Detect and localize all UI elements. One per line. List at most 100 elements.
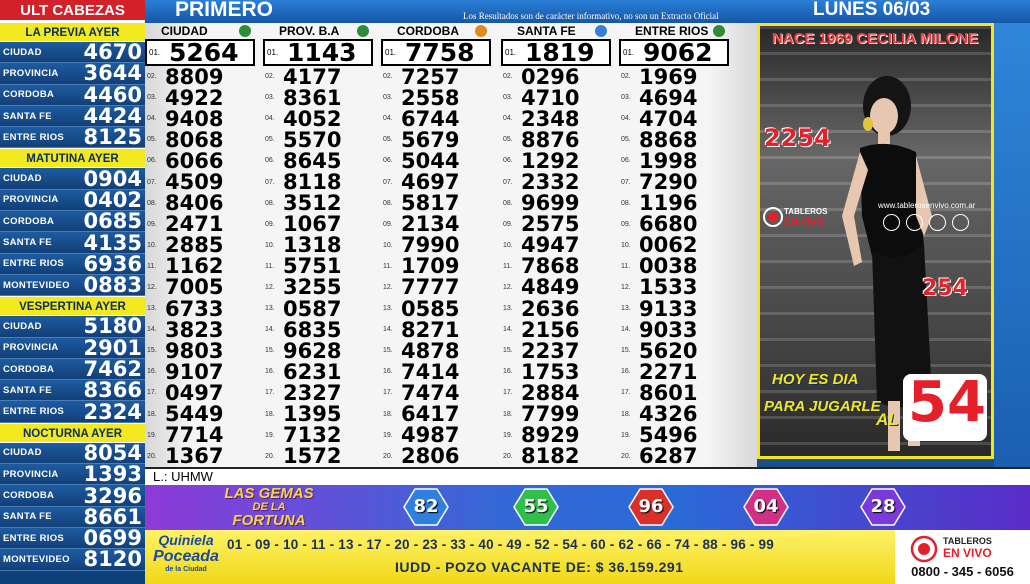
result-number: 5620: [639, 338, 698, 363]
result-number-row: 09. 2134: [381, 214, 497, 235]
result-number: 7714: [165, 423, 224, 448]
result-number: 8876: [521, 127, 580, 152]
result-number-row: 14. 6835: [263, 319, 379, 340]
position-label: 14.: [147, 326, 157, 334]
result-number: 2636: [521, 296, 580, 321]
position-label: 12.: [147, 283, 157, 291]
position-label: 02.: [265, 73, 275, 81]
youtube-icon[interactable]: [952, 214, 969, 231]
position-label: 02.: [621, 73, 631, 81]
column-name: SANTA FE: [517, 24, 576, 38]
sidebar-result-row: CIUDAD 5180: [0, 314, 145, 338]
position-label: 14.: [383, 326, 393, 334]
result-number: 2348: [521, 106, 580, 131]
result-number: 9628: [283, 338, 342, 363]
result-number: 1196: [639, 191, 698, 216]
position-label: 16.: [265, 368, 275, 376]
twitter-icon[interactable]: [906, 214, 923, 231]
position-label: 13.: [621, 305, 631, 313]
result-number-row: 15. 4878: [381, 340, 497, 361]
sidebar-row-label: MONTEVIDEO: [3, 279, 70, 291]
result-number: 5496: [639, 423, 698, 448]
sidebar-row-value: 8125: [83, 125, 142, 150]
results-column: PROV. B.A 01. 1143 02. 4177 03. 8361 04. 4052 05.…: [263, 23, 379, 467]
sidebar-row-label: PROVINCIA: [3, 468, 59, 480]
result-number-row: 10. 4947: [501, 235, 617, 256]
result-number: 2237: [521, 338, 580, 363]
result-number: 7290: [639, 170, 698, 195]
result-number: 7868: [521, 254, 580, 279]
position-label: 15.: [621, 347, 631, 355]
instagram-icon[interactable]: [929, 214, 946, 231]
result-number-row: 05. 8068: [145, 129, 261, 150]
draw-title: PRIMERO: [175, 0, 274, 21]
result-number-row: 18. 4326: [619, 404, 735, 425]
sidebar-row-label: ENTRE RIOS: [3, 532, 65, 544]
sidebar-row-label: ENTRE RIOS: [3, 406, 65, 418]
top-bar: PRIMERO Los Resultados son de carácter i…: [145, 0, 1030, 23]
column-header: ENTRE RIOS: [619, 23, 735, 39]
promo-panel: NACE 1969 CECILIA MILONE 2254 254 TABLER…: [757, 23, 994, 459]
position-label: 13.: [265, 305, 275, 313]
result-number: 1395: [283, 402, 342, 427]
result-number: 9803: [165, 338, 224, 363]
result-number-row: 17. 8601: [619, 382, 735, 403]
sidebar-result-row: CIUDAD 0904: [0, 167, 145, 191]
result-number: 9033: [639, 317, 698, 342]
result-number: 4326: [639, 402, 698, 427]
result-number: 1753: [521, 359, 580, 384]
result-number: 2156: [521, 317, 580, 342]
result-number: 2806: [401, 444, 460, 469]
position-label: 07.: [621, 178, 631, 186]
sidebar-section-title: LA PREVIA AYER: [0, 22, 145, 42]
result-number-row: 06. 1292: [501, 150, 617, 171]
position-label: 20.: [621, 452, 631, 460]
sidebar-result-row: CORDOBA 7462: [0, 357, 145, 381]
result-number: 7414: [401, 359, 460, 384]
result-number-row: 16. 6231: [263, 361, 379, 382]
result-number-row: 07. 4697: [381, 170, 497, 195]
result-number: 5044: [401, 148, 460, 173]
position-label: 16.: [383, 368, 393, 376]
head-number: 01. 7758: [381, 39, 491, 66]
result-number: 0296: [521, 64, 580, 89]
position-label: 12.: [383, 283, 393, 291]
position-label: 20.: [265, 452, 275, 460]
position-label: 16.: [503, 368, 513, 376]
result-number-row: 05. 5679: [381, 129, 497, 150]
result-number: 8361: [283, 85, 342, 110]
result-number-row: 11. 7868: [501, 256, 617, 277]
result-number-row: 05. 5570: [263, 129, 379, 150]
result-number: 4697: [401, 170, 460, 195]
sidebar-row-label: ENTRE RIOS: [3, 131, 65, 143]
promo-title: NACE 1969 CECILIA MILONE: [771, 30, 979, 47]
results-column: ENTRE RIOS 01. 9062 02. 1969 03. 4694 04. 4704 05…: [619, 23, 735, 467]
facebook-icon[interactable]: [883, 214, 900, 231]
result-number-row: 05. 8876: [501, 129, 617, 150]
sidebar-result-row: ENTRE RIOS 6936: [0, 252, 145, 276]
gem-ball: 96: [628, 488, 674, 526]
result-number: 7257: [401, 64, 460, 89]
position-label: 02.: [147, 73, 157, 81]
result-number-row: 04. 4052: [263, 108, 379, 129]
position-label: 19.: [503, 431, 513, 439]
qp-logo-line2: Poceada: [153, 548, 219, 565]
result-number: 2271: [639, 359, 698, 384]
result-number-row: 07. 7290: [619, 170, 735, 195]
result-number-row: 19. 5496: [619, 425, 735, 446]
position-label: 11.: [147, 262, 157, 270]
result-number-row: 11. 1709: [381, 256, 497, 277]
result-number: 7005: [165, 275, 224, 300]
position-label: 04.: [503, 115, 513, 123]
sidebar-row-value: 0883: [83, 273, 142, 298]
result-number: 5264: [169, 38, 239, 67]
position-label: 19.: [621, 431, 631, 439]
position-label: 09.: [147, 220, 157, 228]
result-number: 8271: [401, 317, 460, 342]
result-number-row: 08. 3512: [263, 193, 379, 214]
result-number: 7132: [283, 423, 342, 448]
result-number-row: 08. 8406: [145, 193, 261, 214]
sidebar-row-label: CIUDAD: [3, 447, 42, 459]
result-number-row: 12. 1533: [619, 277, 735, 298]
sidebar-result-row: ENTRE RIOS 8125: [0, 125, 145, 150]
